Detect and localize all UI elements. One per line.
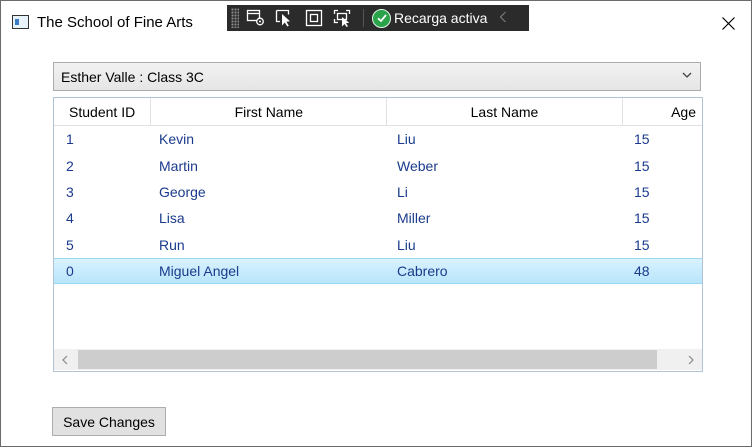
table-row[interactable]: 1 Kevin Liu 15: [54, 126, 702, 152]
students-grid[interactable]: Student ID First Name Last Name Age 1 Ke…: [53, 97, 703, 372]
cell-last-name[interactable]: Weber: [397, 158, 634, 174]
cell-age[interactable]: 15: [634, 158, 702, 174]
close-icon: [721, 16, 735, 30]
close-button[interactable]: [705, 1, 751, 45]
horizontal-scrollbar[interactable]: [54, 349, 702, 370]
track-focus-button[interactable]: [331, 7, 355, 29]
table-row-selected[interactable]: 0 Miguel Angel Cabrero 48: [54, 257, 702, 285]
toolbar-grip[interactable]: [231, 8, 239, 28]
collapse-toolbar-button[interactable]: [499, 10, 507, 26]
cell-student-id[interactable]: 4: [54, 210, 159, 226]
chevron-left-icon: [500, 11, 507, 23]
cell-last-name[interactable]: Li: [397, 184, 634, 200]
cell-first-name[interactable]: Martin: [159, 158, 397, 174]
pointer-select-button[interactable]: [273, 7, 297, 29]
cell-student-id[interactable]: 0: [54, 263, 159, 279]
column-header-age[interactable]: Age: [623, 98, 702, 125]
cell-last-name[interactable]: Miller: [397, 210, 634, 226]
track-focus-icon: [333, 9, 351, 27]
cell-age[interactable]: 15: [634, 210, 702, 226]
check-circle-icon: [372, 8, 391, 28]
cell-first-name[interactable]: Run: [159, 237, 397, 253]
cell-student-id[interactable]: 1: [54, 131, 159, 147]
chevron-left-icon: [62, 355, 68, 364]
table-row[interactable]: 4 Lisa Miller 15: [54, 205, 702, 231]
save-changes-button[interactable]: Save Changes: [52, 407, 166, 436]
cell-first-name[interactable]: Miguel Angel: [159, 263, 397, 279]
grid-header: Student ID First Name Last Name Age: [54, 98, 702, 126]
cell-last-name[interactable]: Liu: [397, 237, 634, 253]
grid-rows: 1 Kevin Liu 15 2 Martin Weber 15 3 Georg…: [54, 126, 702, 285]
cell-student-id[interactable]: 2: [54, 158, 159, 174]
select-value: Esther Valle : Class 3C: [61, 69, 204, 85]
cell-age[interactable]: 48: [634, 263, 702, 279]
cell-age[interactable]: 15: [634, 131, 702, 147]
window-title: The School of Fine Arts: [37, 14, 193, 31]
app-window: The School of Fine Arts Recarga activa E…: [0, 0, 752, 447]
scroll-right-button[interactable]: [680, 349, 702, 370]
column-header-first-name[interactable]: First Name: [151, 98, 388, 125]
cell-age[interactable]: 15: [634, 237, 702, 253]
cell-last-name[interactable]: Liu: [397, 131, 634, 147]
app-icon: [12, 15, 29, 29]
toolbar-separator: [363, 9, 364, 27]
pointer-icon: [275, 9, 290, 27]
column-header-student-id[interactable]: Student ID: [54, 98, 152, 125]
select-element-button[interactable]: [244, 7, 268, 29]
cell-student-id[interactable]: 5: [54, 237, 159, 253]
hot-reload-status[interactable]: Recarga activa: [372, 7, 487, 29]
scroll-left-button[interactable]: [54, 349, 76, 370]
cell-last-name[interactable]: Cabrero: [397, 263, 634, 279]
cell-first-name[interactable]: Kevin: [159, 131, 397, 147]
layout-adorner-icon: [305, 9, 323, 27]
cell-age[interactable]: 15: [634, 184, 702, 200]
cell-student-id[interactable]: 3: [54, 184, 159, 200]
chevron-right-icon: [688, 355, 694, 364]
layout-adorner-button[interactable]: [302, 7, 326, 29]
chevron-down-icon: [682, 72, 692, 78]
table-row[interactable]: 5 Run Liu 15: [54, 232, 702, 258]
table-row[interactable]: 3 George Li 15: [54, 179, 702, 205]
cell-first-name[interactable]: Lisa: [159, 210, 397, 226]
select-element-icon: [246, 9, 264, 26]
table-row[interactable]: 2 Martin Weber 15: [54, 152, 702, 178]
debug-toolbar: Recarga activa: [227, 5, 529, 31]
hot-reload-label: Recarga activa: [394, 10, 488, 26]
cell-first-name[interactable]: George: [159, 184, 397, 200]
scrollbar-thumb[interactable]: [78, 350, 657, 369]
column-header-last-name[interactable]: Last Name: [387, 98, 623, 125]
teacher-class-select[interactable]: Esther Valle : Class 3C: [53, 62, 701, 91]
